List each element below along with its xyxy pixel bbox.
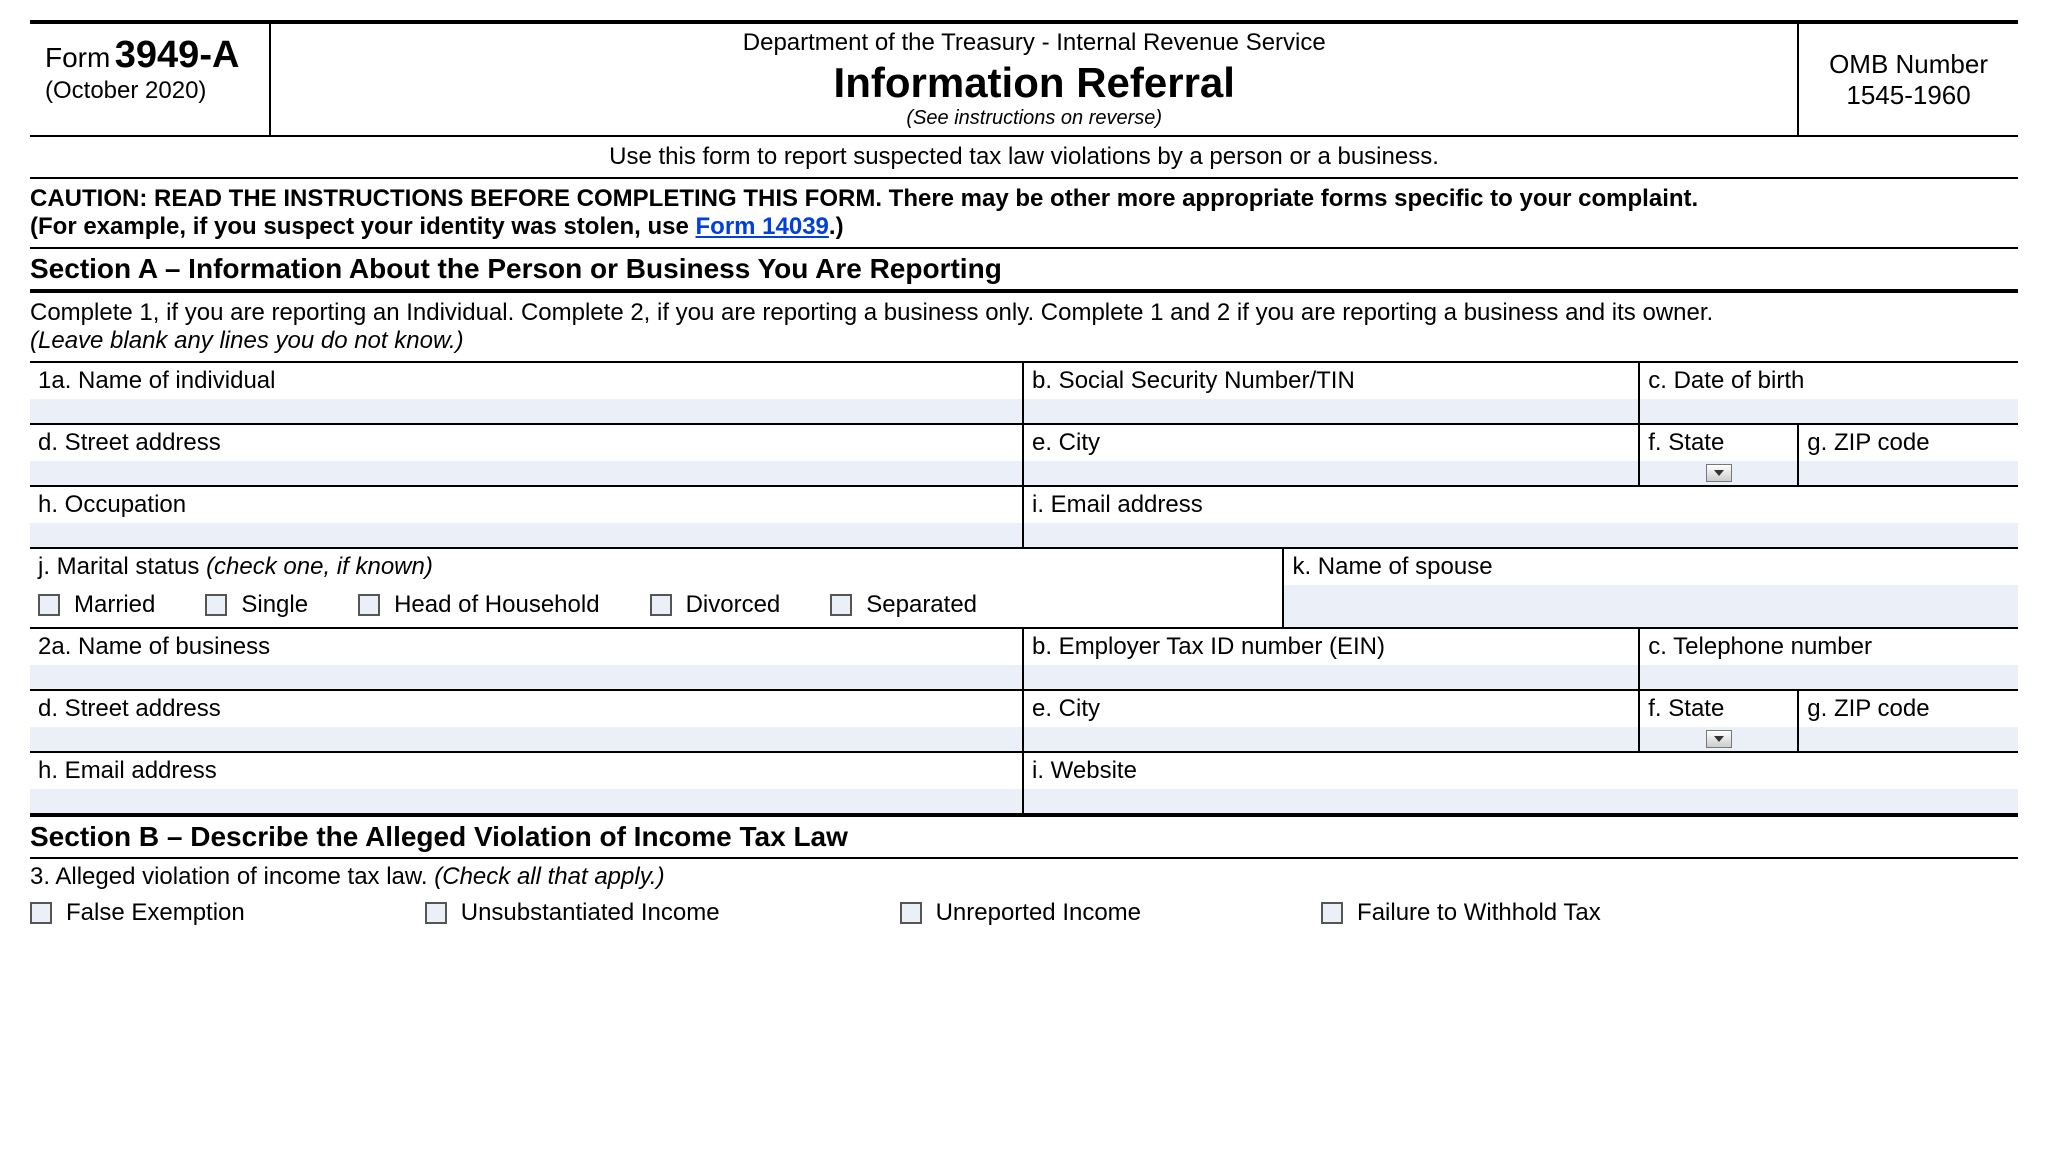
field-1a[interactable]: [30, 399, 1022, 423]
cb-separated[interactable]: Separated: [830, 591, 977, 619]
section-b-title: Section B – Describe the Alleged Violati…: [30, 813, 2018, 859]
label-2b: b. Employer Tax ID number (EIN): [1024, 629, 1638, 665]
caution-line2-post: .): [829, 213, 844, 240]
department-line: Department of the Treasury - Internal Re…: [291, 29, 1777, 57]
label-2c: c. Telephone number: [1640, 629, 2018, 665]
label-2e: e. City: [1024, 691, 1638, 727]
section-a-sub: Complete 1, if you are reporting an Indi…: [30, 293, 2018, 361]
section-a-title: Section A – Information About the Person…: [30, 247, 2018, 293]
checkbox-icon: [205, 594, 227, 616]
field-1f-dropdown[interactable]: [1640, 461, 1797, 485]
cb-withhold[interactable]: Failure to Withhold Tax: [1321, 899, 1601, 927]
checkbox-icon: [358, 594, 380, 616]
label-2i: i. Website: [1024, 753, 2018, 789]
label-1f: f. State: [1640, 425, 1797, 461]
chevron-down-icon: [1706, 730, 1732, 748]
field-2b[interactable]: [1024, 665, 1638, 689]
label-2g: g. ZIP code: [1799, 691, 2018, 727]
form-title: Information Referral: [291, 59, 1777, 107]
row-1jk: j. Marital status (check one, if known) …: [30, 547, 2018, 627]
label-1d: d. Street address: [30, 425, 1022, 461]
field-1c[interactable]: [1640, 399, 2018, 423]
form-date: (October 2020): [45, 77, 239, 105]
cb-false-exemption[interactable]: False Exemption: [30, 899, 245, 927]
field-2h[interactable]: [30, 789, 1022, 813]
row-1abc: 1a. Name of individual b. Social Securit…: [30, 361, 2018, 423]
q3-hint: (Check all that apply.): [434, 863, 664, 890]
label-2f: f. State: [1640, 691, 1797, 727]
form-word: Form: [45, 42, 110, 73]
usage-line: Use this form to report suspected tax la…: [30, 137, 2018, 177]
form-3949a: Form 3949-A (October 2020) Department of…: [30, 20, 2018, 931]
chevron-down-icon: [1706, 464, 1732, 482]
label-1h: h. Occupation: [30, 487, 1022, 523]
field-2c[interactable]: [1640, 665, 2018, 689]
field-1i[interactable]: [1024, 523, 2018, 547]
q3-text: 3. Alleged violation of income tax law.: [30, 863, 428, 890]
row-2defg: d. Street address e. City f. State g. ZI…: [30, 689, 2018, 751]
cb-single[interactable]: Single: [205, 591, 308, 619]
form-header: Form 3949-A (October 2020) Department of…: [30, 20, 2018, 137]
checkbox-icon: [900, 902, 922, 924]
row-2abc: 2a. Name of business b. Employer Tax ID …: [30, 627, 2018, 689]
caution-line2-pre: (For example, if you suspect your identi…: [30, 213, 696, 240]
field-1b[interactable]: [1024, 399, 1638, 423]
label-2h: h. Email address: [30, 753, 1022, 789]
label-1k: k. Name of spouse: [1284, 549, 2018, 585]
checkbox-icon: [650, 594, 672, 616]
cb-divorced[interactable]: Divorced: [650, 591, 781, 619]
field-1h[interactable]: [30, 523, 1022, 547]
label-1a: 1a. Name of individual: [30, 363, 1022, 399]
label-1b: b. Social Security Number/TIN: [1024, 363, 1638, 399]
cb-hoh[interactable]: Head of Household: [358, 591, 599, 619]
see-instructions: (See instructions on reverse): [291, 107, 1777, 130]
label-1j: j. Marital status: [38, 553, 199, 580]
label-1c: c. Date of birth: [1640, 363, 2018, 399]
cb-unsubstantiated[interactable]: Unsubstantiated Income: [425, 899, 720, 927]
label-1e: e. City: [1024, 425, 1638, 461]
row-1defg: d. Street address e. City f. State g. ZI…: [30, 423, 2018, 485]
checkbox-icon: [830, 594, 852, 616]
field-1e[interactable]: [1024, 461, 1638, 485]
form-14039-link[interactable]: Form 14039: [696, 213, 829, 240]
checkbox-icon: [1321, 902, 1343, 924]
header-right: OMB Number 1545-1960: [1797, 24, 2018, 135]
cb-unreported[interactable]: Unreported Income: [900, 899, 1141, 927]
label-1i: i. Email address: [1024, 487, 2018, 523]
q3-line: 3. Alleged violation of income tax law. …: [30, 859, 2018, 895]
q3-checks: False Exemption Unsubstantiated Income U…: [30, 895, 2018, 931]
row-2hi: h. Email address i. Website: [30, 751, 2018, 813]
field-2f-dropdown[interactable]: [1640, 727, 1797, 751]
marital-block: j. Marital status (check one, if known) …: [30, 549, 1282, 627]
omb-label: OMB Number: [1829, 49, 1988, 80]
field-1g[interactable]: [1799, 461, 2018, 485]
omb-number: 1545-1960: [1829, 80, 1988, 111]
field-2i[interactable]: [1024, 789, 2018, 813]
label-2a: 2a. Name of business: [30, 629, 1022, 665]
label-1j-hint: (check one, if known): [206, 553, 433, 580]
field-1d[interactable]: [30, 461, 1022, 485]
field-2d[interactable]: [30, 727, 1022, 751]
section-a-sub-italic: (Leave blank any lines you do not know.): [30, 327, 464, 354]
row-1hi: h. Occupation i. Email address: [30, 485, 2018, 547]
label-2d: d. Street address: [30, 691, 1022, 727]
field-2e[interactable]: [1024, 727, 1638, 751]
section-a-sub-main: Complete 1, if you are reporting an Indi…: [30, 299, 1713, 326]
marital-options: Married Single Head of Household Divorce…: [38, 591, 1274, 619]
form-number: 3949-A: [115, 34, 240, 76]
checkbox-icon: [38, 594, 60, 616]
caution-block: CAUTION: READ THE INSTRUCTIONS BEFORE CO…: [30, 177, 2018, 247]
field-2a[interactable]: [30, 665, 1022, 689]
cb-married[interactable]: Married: [38, 591, 155, 619]
field-1k[interactable]: [1284, 585, 2018, 627]
label-1g: g. ZIP code: [1799, 425, 2018, 461]
checkbox-icon: [425, 902, 447, 924]
header-center: Department of the Treasury - Internal Re…: [271, 24, 1797, 135]
caution-line1: CAUTION: READ THE INSTRUCTIONS BEFORE CO…: [30, 185, 1698, 212]
checkbox-icon: [30, 902, 52, 924]
field-2g[interactable]: [1799, 727, 2018, 751]
header-left: Form 3949-A (October 2020): [30, 24, 271, 135]
